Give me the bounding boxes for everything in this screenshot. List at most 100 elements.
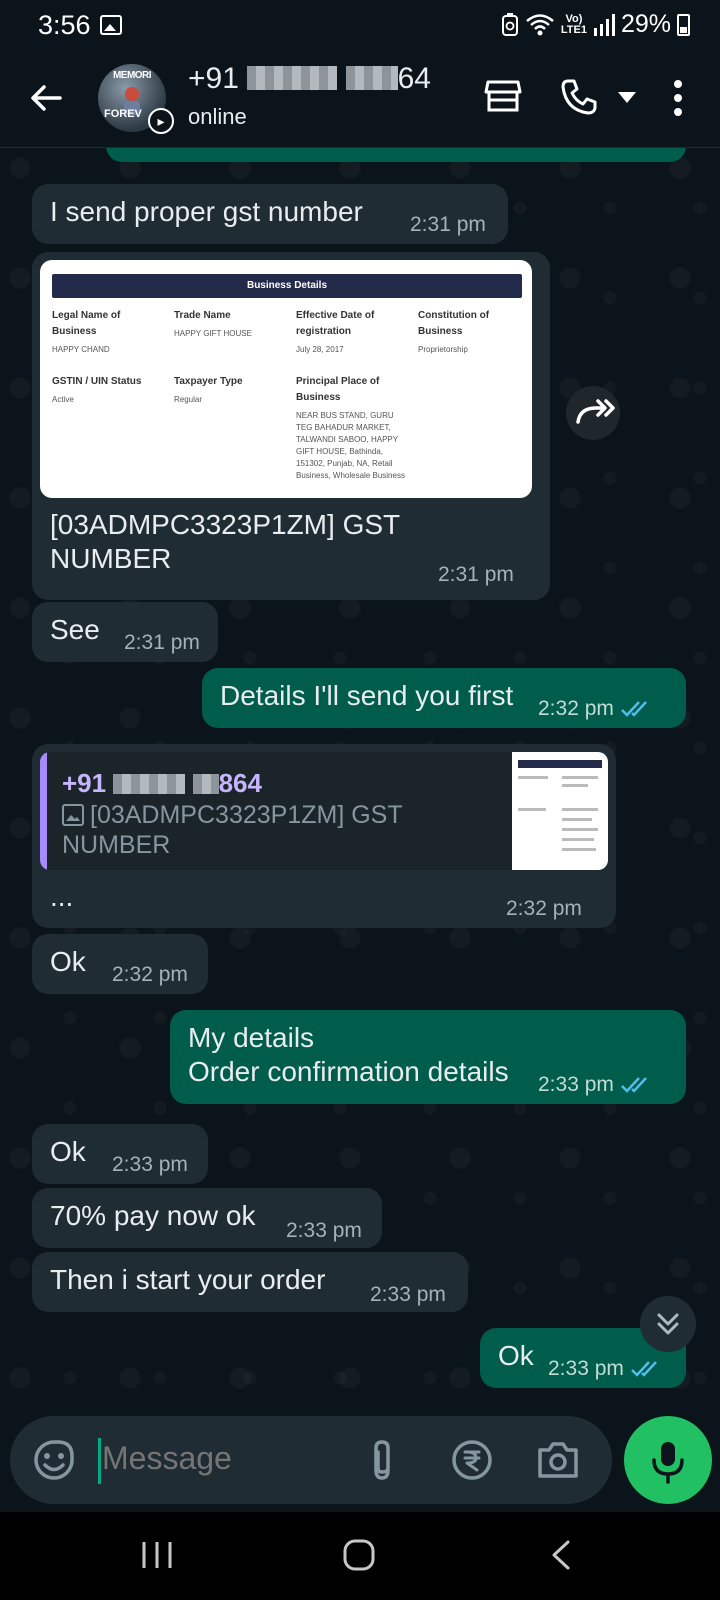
status-time: 3:56 (38, 10, 91, 40)
back-arrow-icon[interactable] (26, 78, 66, 118)
redacted-block (192, 774, 219, 794)
wifi-icon (526, 13, 554, 35)
message-time: 2:32 pm (538, 692, 650, 726)
message-bubble-incoming[interactable]: Ok 2:33 pm (32, 1124, 208, 1184)
message-composer (10, 1416, 612, 1504)
message-text: 70% pay now ok (50, 1200, 256, 1231)
system-navigation-bar (0, 1512, 720, 1600)
message-time: 2:33 pm (548, 1352, 660, 1386)
emoji-icon[interactable] (32, 1438, 76, 1482)
message-time: 2:33 pm (286, 1219, 362, 1242)
message-text: Ok (50, 1136, 86, 1167)
redacted-block (113, 774, 186, 794)
forward-button[interactable] (566, 386, 620, 440)
quote-sender: +91 864 (62, 766, 262, 800)
quote-text-content: [03ADMPC3323P1ZM] GST NUMBER (62, 801, 403, 859)
message-input[interactable] (102, 1440, 342, 1477)
redacted-block (247, 66, 338, 90)
status-bar: 3:56 Vo) LTE1 29% (0, 0, 720, 52)
battery-percent: 29% (620, 10, 671, 38)
attach-icon[interactable] (366, 1438, 398, 1482)
double-tick-icon (621, 701, 647, 717)
document-preview[interactable]: Business Details Legal Name of Business H… (40, 260, 532, 498)
quote-thumbnail (512, 752, 608, 870)
message-text: Ok (50, 946, 86, 977)
battery-icon (677, 13, 690, 36)
chat-header: MEMORI FOREV ▸ +91 64 online (0, 52, 720, 148)
signal-icon (593, 13, 615, 36)
time-text: 2:33 pm (548, 1357, 624, 1380)
doc-field: Constitution of Business Proprietorship (418, 310, 490, 354)
status-indicators: Vo) LTE1 29% (501, 10, 690, 39)
time-text: 2:33 pm (538, 1073, 614, 1096)
voice-record-button[interactable] (624, 1416, 712, 1504)
message-time: 2:33 pm (538, 1068, 650, 1102)
doc-field: Legal Name of Business HAPPY CHAND (52, 310, 121, 354)
contact-name-prefix: +91 (188, 62, 239, 95)
gallery-notification-icon (100, 15, 122, 35)
home-icon[interactable] (342, 1538, 376, 1572)
mic-icon (652, 1442, 684, 1484)
message-bubble-incoming[interactable]: 70% pay now ok 2:33 pm (32, 1188, 382, 1248)
quote-text: [03ADMPC3323P1ZM] GST NUMBER (62, 800, 492, 860)
battery-saver-icon (501, 12, 518, 36)
text-cursor (98, 1438, 101, 1484)
avatar-text-bottom: FOREV (104, 108, 142, 120)
chat-area[interactable]: I send proper gst number 2:31 pm Busines… (0, 148, 720, 1408)
contact-name-suffix: 64 (397, 62, 431, 95)
doc-field: Taxpayer Type Regular (174, 376, 243, 404)
quoted-message[interactable]: +91 864 [03ADMPC3323P1ZM] GST NUMBER (40, 752, 608, 870)
message-text: ... (50, 881, 74, 912)
message-bubble-incoming[interactable]: I send proper gst number 2:31 pm (32, 184, 508, 244)
message-bubble-incoming[interactable]: Then i start your order 2:33 pm (32, 1252, 468, 1312)
message-time: 2:31 pm (124, 631, 200, 654)
message-text: Ok (498, 1340, 534, 1371)
status-play-icon: ▸ (148, 108, 174, 134)
quote-sender-suffix: 864 (218, 768, 262, 798)
message-bubble-outgoing[interactable]: My details Order confirmation details 2:… (170, 1010, 686, 1104)
time-text: 2:32 pm (538, 697, 614, 720)
message-bubble-incoming[interactable]: See 2:31 pm (32, 602, 218, 662)
double-tick-icon (631, 1361, 657, 1377)
message-time: 2:31 pm (438, 563, 514, 586)
camera-icon[interactable] (536, 1440, 580, 1480)
message-bubble-reply[interactable]: +91 864 [03ADMPC3323P1ZM] GST NUMBER ...… (32, 744, 616, 928)
redacted-block (345, 66, 398, 90)
message-text-line2: Order confirmation details (188, 1056, 509, 1087)
message-text: I send proper gst number (50, 196, 363, 227)
message-bubble-document[interactable]: Business Details Legal Name of Business H… (32, 252, 550, 600)
doc-field: Effective Date of registration July 28, 2… (296, 310, 375, 354)
message-bubble-incoming[interactable]: Ok 2:32 pm (32, 934, 208, 994)
doc-field: Principal Place of Business NEAR BUS STAN… (296, 376, 405, 480)
contact-status: online (188, 104, 247, 129)
message-time: 2:32 pm (506, 897, 582, 920)
image-icon (62, 804, 84, 826)
doc-field: Trade Name HAPPY GIFT HOUSE (174, 310, 252, 338)
contact-name[interactable]: +91 64 (188, 62, 431, 96)
message-text: Details I'll send you first (220, 680, 514, 711)
message-text: [03ADMPC3323P1ZM] GST NUMBER (50, 509, 400, 574)
double-tick-icon (621, 1077, 647, 1093)
rupee-icon[interactable] (450, 1438, 494, 1482)
message-time: 2:33 pm (370, 1283, 446, 1306)
quote-sender-prefix: +91 (62, 768, 107, 798)
quote-accent-bar (40, 752, 47, 870)
forward-icon (576, 399, 615, 424)
message-text: Then i start your order (50, 1264, 326, 1295)
double-chevron-down-icon (657, 1313, 679, 1335)
message-text: See (50, 614, 100, 645)
recents-icon[interactable] (140, 1540, 174, 1570)
more-vert-icon[interactable] (672, 78, 684, 118)
message-bubble-partial[interactable] (106, 148, 686, 162)
message-bubble-outgoing[interactable]: Details I'll send you first 2:32 pm (202, 668, 686, 728)
nav-back-icon[interactable] (550, 1540, 572, 1570)
scroll-to-bottom-button[interactable] (640, 1296, 696, 1352)
message-time: 2:33 pm (112, 1153, 188, 1176)
dropdown-icon[interactable] (618, 92, 636, 104)
store-icon[interactable] (484, 78, 522, 114)
phone-icon[interactable] (560, 78, 598, 116)
message-text-line1: My details (188, 1022, 315, 1053)
doc-field: GSTIN / UIN Status Active (52, 376, 142, 404)
document-title: Business Details (52, 274, 522, 298)
message-time: 2:32 pm (112, 963, 188, 986)
